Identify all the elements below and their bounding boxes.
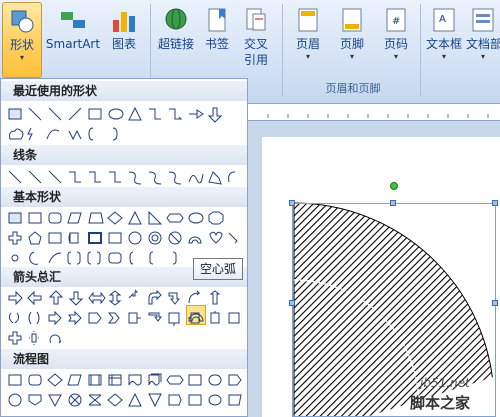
chevron-down-icon: ▾ bbox=[480, 52, 485, 61]
document-parts-icon bbox=[472, 8, 494, 32]
basic-shapes-row-1[interactable] bbox=[7, 209, 243, 227]
recent-shapes-row[interactable] bbox=[7, 105, 243, 123]
watermark-name: 脚本之家 bbox=[410, 394, 471, 412]
horizontal-ruler[interactable] bbox=[248, 103, 500, 121]
svg-text:A: A bbox=[439, 14, 446, 25]
shapes-icon bbox=[11, 10, 34, 33]
flowchart-row-2[interactable] bbox=[7, 391, 243, 409]
flowchart-header: 流程图 bbox=[1, 349, 247, 369]
flowchart-row-1[interactable] bbox=[7, 371, 243, 389]
textbox-button[interactable]: A 文本框 ▾ bbox=[424, 2, 464, 98]
chevron-down-icon: ▾ bbox=[441, 52, 446, 61]
arrows-row-1[interactable] bbox=[7, 289, 243, 307]
shapes-button[interactable]: 形状 ▾ bbox=[2, 2, 42, 78]
bookmark-icon bbox=[208, 8, 226, 32]
lines-header: 线条 bbox=[1, 145, 247, 165]
chevron-down-icon: ▾ bbox=[393, 52, 398, 61]
page-number-icon: # bbox=[386, 8, 406, 32]
header-label: 页眉 bbox=[295, 37, 320, 51]
separator bbox=[420, 4, 421, 96]
chart-icon bbox=[113, 12, 135, 32]
watermark-site: jb51.net bbox=[420, 376, 470, 390]
recent-shapes-row-2[interactable] bbox=[7, 125, 243, 143]
lines-row[interactable] bbox=[7, 168, 243, 186]
textbox-icon: A bbox=[433, 8, 455, 32]
hyperlink-label: 超链接 bbox=[157, 37, 194, 51]
header-icon bbox=[298, 8, 318, 32]
separator bbox=[282, 4, 283, 96]
pagenum-label: 页码 bbox=[383, 37, 408, 51]
resize-handle[interactable] bbox=[492, 200, 498, 206]
resize-handle[interactable] bbox=[289, 300, 295, 306]
header-footer-group-label: 页眉和页脚 bbox=[325, 82, 381, 95]
chart-label: 图表 bbox=[111, 37, 136, 51]
footer-icon bbox=[342, 8, 362, 32]
chevron-down-icon: ▾ bbox=[349, 52, 354, 61]
shape-tooltip: 空心弧 bbox=[193, 258, 244, 280]
ruler-ticks bbox=[267, 114, 489, 118]
docparts-button[interactable]: 文档部 ▾ bbox=[466, 2, 500, 98]
smartart-label: SmartArt bbox=[45, 37, 101, 51]
shapes-gallery: 最近使用的形状 线条 基本形状 箭头总汇 流程图 bbox=[0, 78, 248, 417]
resize-handle[interactable] bbox=[289, 200, 295, 206]
globe-link-icon bbox=[165, 8, 187, 30]
crossref-label-1: 交叉 bbox=[243, 37, 268, 51]
crossref-label-2: 引用 bbox=[243, 53, 268, 67]
crossref-icon bbox=[246, 8, 266, 31]
rotation-handle[interactable] bbox=[390, 182, 398, 190]
resize-handle[interactable] bbox=[492, 300, 498, 306]
textbox-label: 文本框 bbox=[425, 37, 462, 51]
resize-handle[interactable] bbox=[390, 200, 396, 206]
basic-shapes-header: 基本形状 bbox=[1, 187, 247, 207]
arrows-row-2[interactable] bbox=[7, 309, 243, 327]
shapes-label: 形状 bbox=[9, 38, 34, 52]
smartart-icon bbox=[61, 12, 85, 28]
chevron-down-icon: ▾ bbox=[305, 52, 310, 61]
bookmark-label: 书签 bbox=[204, 37, 229, 51]
footer-label: 页脚 bbox=[339, 37, 364, 51]
chevron-down-icon: ▾ bbox=[19, 53, 24, 62]
arrows-row-3[interactable] bbox=[7, 329, 243, 347]
docparts-label: 文档部 bbox=[466, 37, 500, 51]
recent-shapes-header: 最近使用的形状 bbox=[1, 81, 247, 101]
svg-text:#: # bbox=[392, 16, 400, 27]
basic-shapes-row-2[interactable] bbox=[7, 229, 243, 247]
